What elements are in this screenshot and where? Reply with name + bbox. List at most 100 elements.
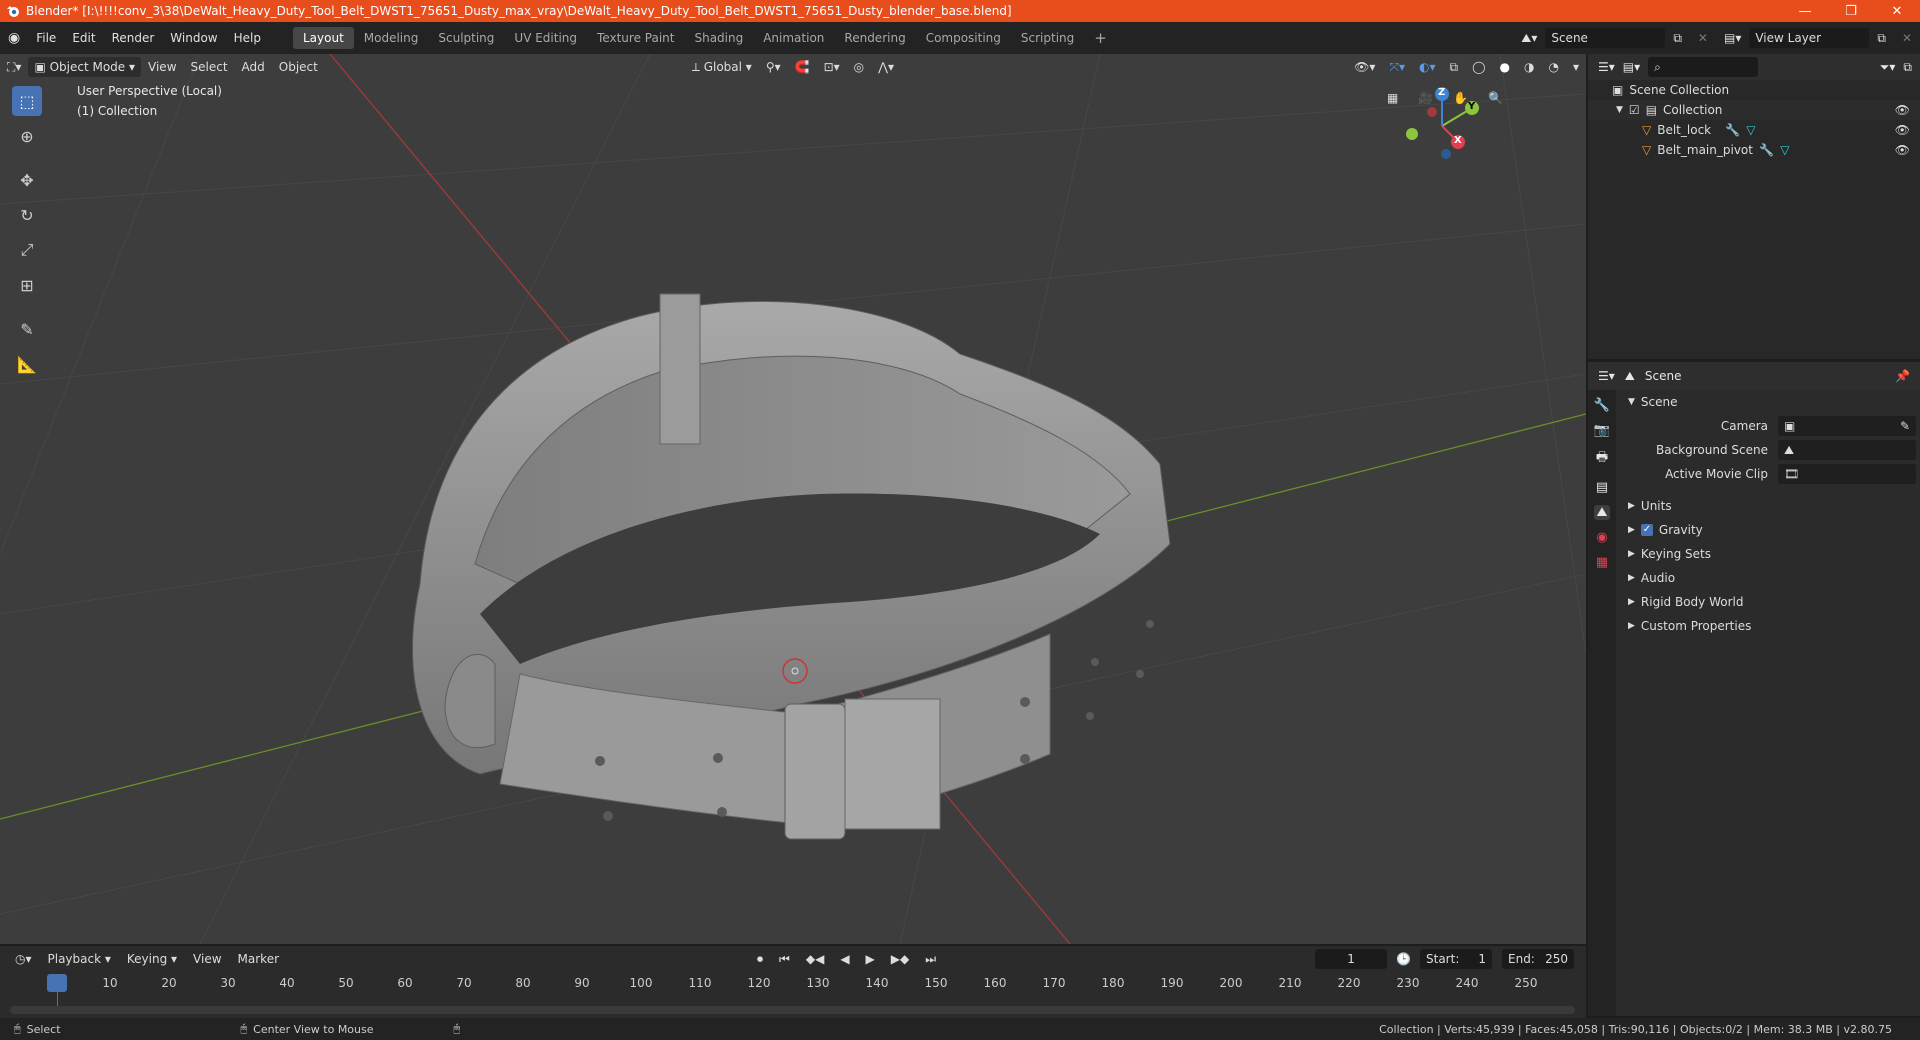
restore-button[interactable]: ❐ bbox=[1828, 4, 1874, 19]
visibility-icon[interactable]: 👁▾ bbox=[1347, 57, 1382, 77]
belt-model[interactable] bbox=[412, 293, 1171, 840]
tab-modeling[interactable]: Modeling bbox=[354, 27, 429, 49]
playhead[interactable] bbox=[47, 974, 67, 992]
menu-select[interactable]: Select bbox=[184, 57, 235, 77]
audio-panel[interactable]: ▶ Audio bbox=[1620, 566, 1916, 590]
timeline-scrollbar[interactable] bbox=[10, 1006, 1575, 1014]
tab-rendering[interactable]: Rendering bbox=[834, 27, 915, 49]
mode-dropdown[interactable]: ▣ Object Mode ▾ bbox=[28, 57, 142, 77]
orientation-dropdown[interactable]: ⟂ Global ▾ bbox=[685, 57, 759, 77]
delete-scene-icon[interactable]: ✕ bbox=[1690, 27, 1716, 49]
units-panel[interactable]: ▶ Units bbox=[1620, 494, 1916, 518]
gizmo-toggle-icon[interactable]: ⤧▾ bbox=[1382, 57, 1412, 77]
pin-icon[interactable]: 📌 bbox=[1895, 369, 1920, 383]
rotate-tool-icon[interactable]: ↻ bbox=[12, 200, 42, 230]
add-workspace-icon[interactable]: + bbox=[1084, 27, 1117, 49]
expand-collection-icon[interactable]: ▼ bbox=[1616, 105, 1623, 115]
tab-uv-editing[interactable]: UV Editing bbox=[504, 27, 587, 49]
gravity-checkbox[interactable]: ✓ bbox=[1640, 524, 1653, 536]
snap-icon[interactable]: 🧲 bbox=[788, 57, 817, 77]
close-button[interactable]: ✕ bbox=[1874, 4, 1920, 19]
cursor-tool-icon[interactable]: ⊕ bbox=[12, 121, 42, 151]
new-collection-icon[interactable]: ⧉ bbox=[1903, 60, 1920, 75]
outliner-scene-collection[interactable]: ▣ Scene Collection bbox=[1588, 80, 1920, 100]
filter-icon[interactable]: ⏷▾ bbox=[1880, 60, 1896, 75]
output-tab-icon[interactable]: 🖶 bbox=[1596, 448, 1608, 470]
custom-properties-panel[interactable]: ▶ Custom Properties bbox=[1620, 614, 1916, 638]
active-movie-clip-field[interactable]: 🎞 bbox=[1778, 464, 1916, 484]
keying-sets-panel[interactable]: ▶ Keying Sets bbox=[1620, 542, 1916, 566]
tab-shading[interactable]: Shading bbox=[684, 27, 753, 49]
solid-shading-icon[interactable]: ● bbox=[1493, 57, 1517, 77]
pivot-icon[interactable]: ⚲▾ bbox=[759, 57, 788, 77]
tab-sculpting[interactable]: Sculpting bbox=[428, 27, 504, 49]
menu-window[interactable]: Window bbox=[162, 27, 225, 49]
falloff-icon[interactable]: ⋀▾ bbox=[871, 57, 901, 77]
outliner-editor-icon[interactable]: ☰▾ bbox=[1598, 60, 1615, 74]
menu-edit[interactable]: Edit bbox=[64, 27, 103, 49]
material-shading-icon[interactable]: ◑ bbox=[1517, 57, 1541, 77]
collection-checkbox-icon[interactable]: ☑ bbox=[1629, 103, 1640, 117]
new-scene-icon[interactable]: ⧉ bbox=[1665, 27, 1690, 49]
menu-view[interactable]: View bbox=[141, 57, 183, 77]
menu-render[interactable]: Render bbox=[104, 27, 163, 49]
tab-texture-paint[interactable]: Texture Paint bbox=[587, 27, 684, 49]
belt-lock-visibility-icon[interactable]: 👁 bbox=[1895, 123, 1920, 137]
shading-options-icon[interactable]: ▾ bbox=[1566, 57, 1586, 77]
blender-menu-icon[interactable]: ◉ bbox=[0, 27, 28, 49]
belt-main-pivot-visibility-icon[interactable]: 👁 bbox=[1895, 143, 1920, 157]
collection-visibility-icon[interactable]: 👁 bbox=[1895, 103, 1920, 117]
rigid-body-world-panel[interactable]: ▶ Rigid Body World bbox=[1620, 590, 1916, 614]
scene-tab-icon[interactable]: ⛰ bbox=[1593, 505, 1611, 520]
outliner-search-input[interactable]: ⌕ bbox=[1648, 57, 1759, 77]
annotate-tool-icon[interactable]: ✎ bbox=[12, 314, 42, 344]
move-tool-icon[interactable]: ✥ bbox=[12, 165, 42, 195]
camera-field[interactable]: ▣ ✎ bbox=[1778, 416, 1916, 436]
menu-object[interactable]: Object bbox=[272, 57, 325, 77]
outliner-collection[interactable]: ▼ ☑ ▤ Collection 👁 bbox=[1588, 100, 1920, 120]
minimize-button[interactable]: — bbox=[1782, 4, 1828, 19]
proportional-edit-icon[interactable]: ◎ bbox=[847, 57, 871, 77]
rendered-shading-icon[interactable]: ◔ bbox=[1541, 57, 1565, 77]
wireframe-shading-icon[interactable]: ◯ bbox=[1465, 57, 1492, 77]
menu-add[interactable]: Add bbox=[235, 57, 272, 77]
render-tab-icon[interactable]: 📷 bbox=[1594, 423, 1610, 438]
scene-selector-icon[interactable]: ⛰▾ bbox=[1513, 27, 1545, 49]
3d-viewport[interactable]: User Perspective (Local) (1) Collection … bbox=[0, 54, 1586, 944]
menu-help[interactable]: Help bbox=[226, 27, 269, 49]
scene-name-field[interactable]: Scene bbox=[1545, 28, 1666, 48]
world-tab-icon[interactable]: ◉ bbox=[1596, 530, 1607, 545]
outliner-item-belt-main-pivot[interactable]: ▽ Belt_main_pivot 🔧 ▽ 👁 bbox=[1588, 140, 1920, 160]
new-view-layer-icon[interactable]: ⧉ bbox=[1869, 27, 1894, 49]
tab-layout[interactable]: Layout bbox=[292, 27, 354, 49]
snap-target-icon[interactable]: ⊡▾ bbox=[817, 57, 847, 77]
grid-view-icon[interactable]: ▦ bbox=[1380, 88, 1405, 108]
transform-tool-icon[interactable]: ⊞ bbox=[12, 270, 42, 300]
zoom-icon[interactable]: 🔍 bbox=[1481, 88, 1510, 108]
overlay-toggle-icon[interactable]: ◐▾ bbox=[1412, 57, 1443, 77]
texture-tab-icon[interactable]: ▦ bbox=[1596, 555, 1608, 570]
display-mode-icon[interactable]: ▤▾ bbox=[1623, 60, 1640, 74]
measure-tool-icon[interactable]: 📐 bbox=[12, 349, 42, 379]
delete-view-layer-icon[interactable]: ✕ bbox=[1894, 27, 1920, 49]
tab-compositing[interactable]: Compositing bbox=[916, 27, 1011, 49]
view-layer-tab-icon[interactable]: ▤ bbox=[1596, 480, 1608, 495]
eyedropper-icon[interactable]: ✎ bbox=[1900, 416, 1910, 436]
pan-hand-icon[interactable]: ✋ bbox=[1446, 88, 1475, 108]
properties-editor-icon[interactable]: ☰▾ bbox=[1598, 369, 1615, 383]
menu-file[interactable]: File bbox=[28, 27, 64, 49]
background-scene-field[interactable]: ⛰ bbox=[1778, 440, 1916, 460]
camera-view-icon[interactable]: 🎥 bbox=[1411, 88, 1440, 108]
gravity-panel[interactable]: ▶ ✓ Gravity bbox=[1620, 518, 1916, 542]
xray-icon[interactable]: ⧉ bbox=[1443, 57, 1466, 77]
view-layer-field[interactable]: View Layer bbox=[1749, 28, 1870, 48]
outliner-item-belt-lock[interactable]: ▽ Belt_lock 🔧 ▽ 👁 bbox=[1588, 120, 1920, 140]
editor-type-icon[interactable]: ⛶▾ bbox=[0, 57, 28, 77]
scale-tool-icon[interactable]: ⤢ bbox=[12, 235, 42, 265]
tab-scripting[interactable]: Scripting bbox=[1011, 27, 1084, 49]
select-box-tool-icon[interactable]: ⬚ bbox=[12, 86, 42, 116]
scene-section-header[interactable]: ▼ Scene bbox=[1620, 390, 1916, 414]
tool-tab-icon[interactable]: 🔧 bbox=[1594, 398, 1610, 413]
tab-animation[interactable]: Animation bbox=[753, 27, 834, 49]
view-layer-icon[interactable]: ▤▾ bbox=[1716, 27, 1749, 49]
